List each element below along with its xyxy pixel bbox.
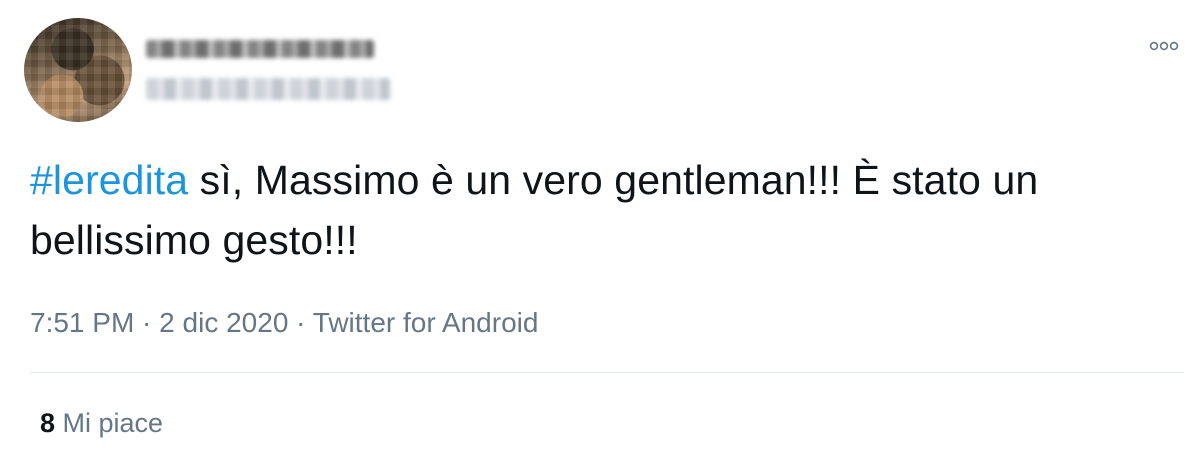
more-horizontal-icon [1149, 41, 1179, 51]
tweet-meta: 7:51 PM · 2 dic 2020 · Twitter for Andro… [30, 306, 538, 340]
meta-separator: · [288, 307, 313, 338]
avatar[interactable] [24, 18, 132, 122]
divider [30, 372, 1184, 373]
tweet-date[interactable]: 2 dic 2020 [159, 307, 288, 338]
likes-label: Mi piace [55, 408, 164, 438]
meta-separator: · [134, 307, 160, 338]
display-name-redacted[interactable] [146, 40, 374, 58]
likes-count: 8 [40, 408, 56, 438]
tweet-time[interactable]: 7:51 PM [30, 307, 134, 338]
tweet-source[interactable]: Twitter for Android [313, 307, 539, 338]
username-redacted[interactable] [146, 78, 390, 100]
tweet-text: #leredita sì, Massimo è un vero gentlema… [30, 150, 1180, 270]
tweet-card: #leredita sì, Massimo è un vero gentlema… [0, 0, 1200, 451]
avatar-pixelation [24, 18, 132, 122]
hashtag-link[interactable]: #leredita [30, 157, 188, 203]
likes-link[interactable]: 8 Mi piace [40, 406, 163, 440]
more-options-button[interactable] [1146, 34, 1182, 58]
